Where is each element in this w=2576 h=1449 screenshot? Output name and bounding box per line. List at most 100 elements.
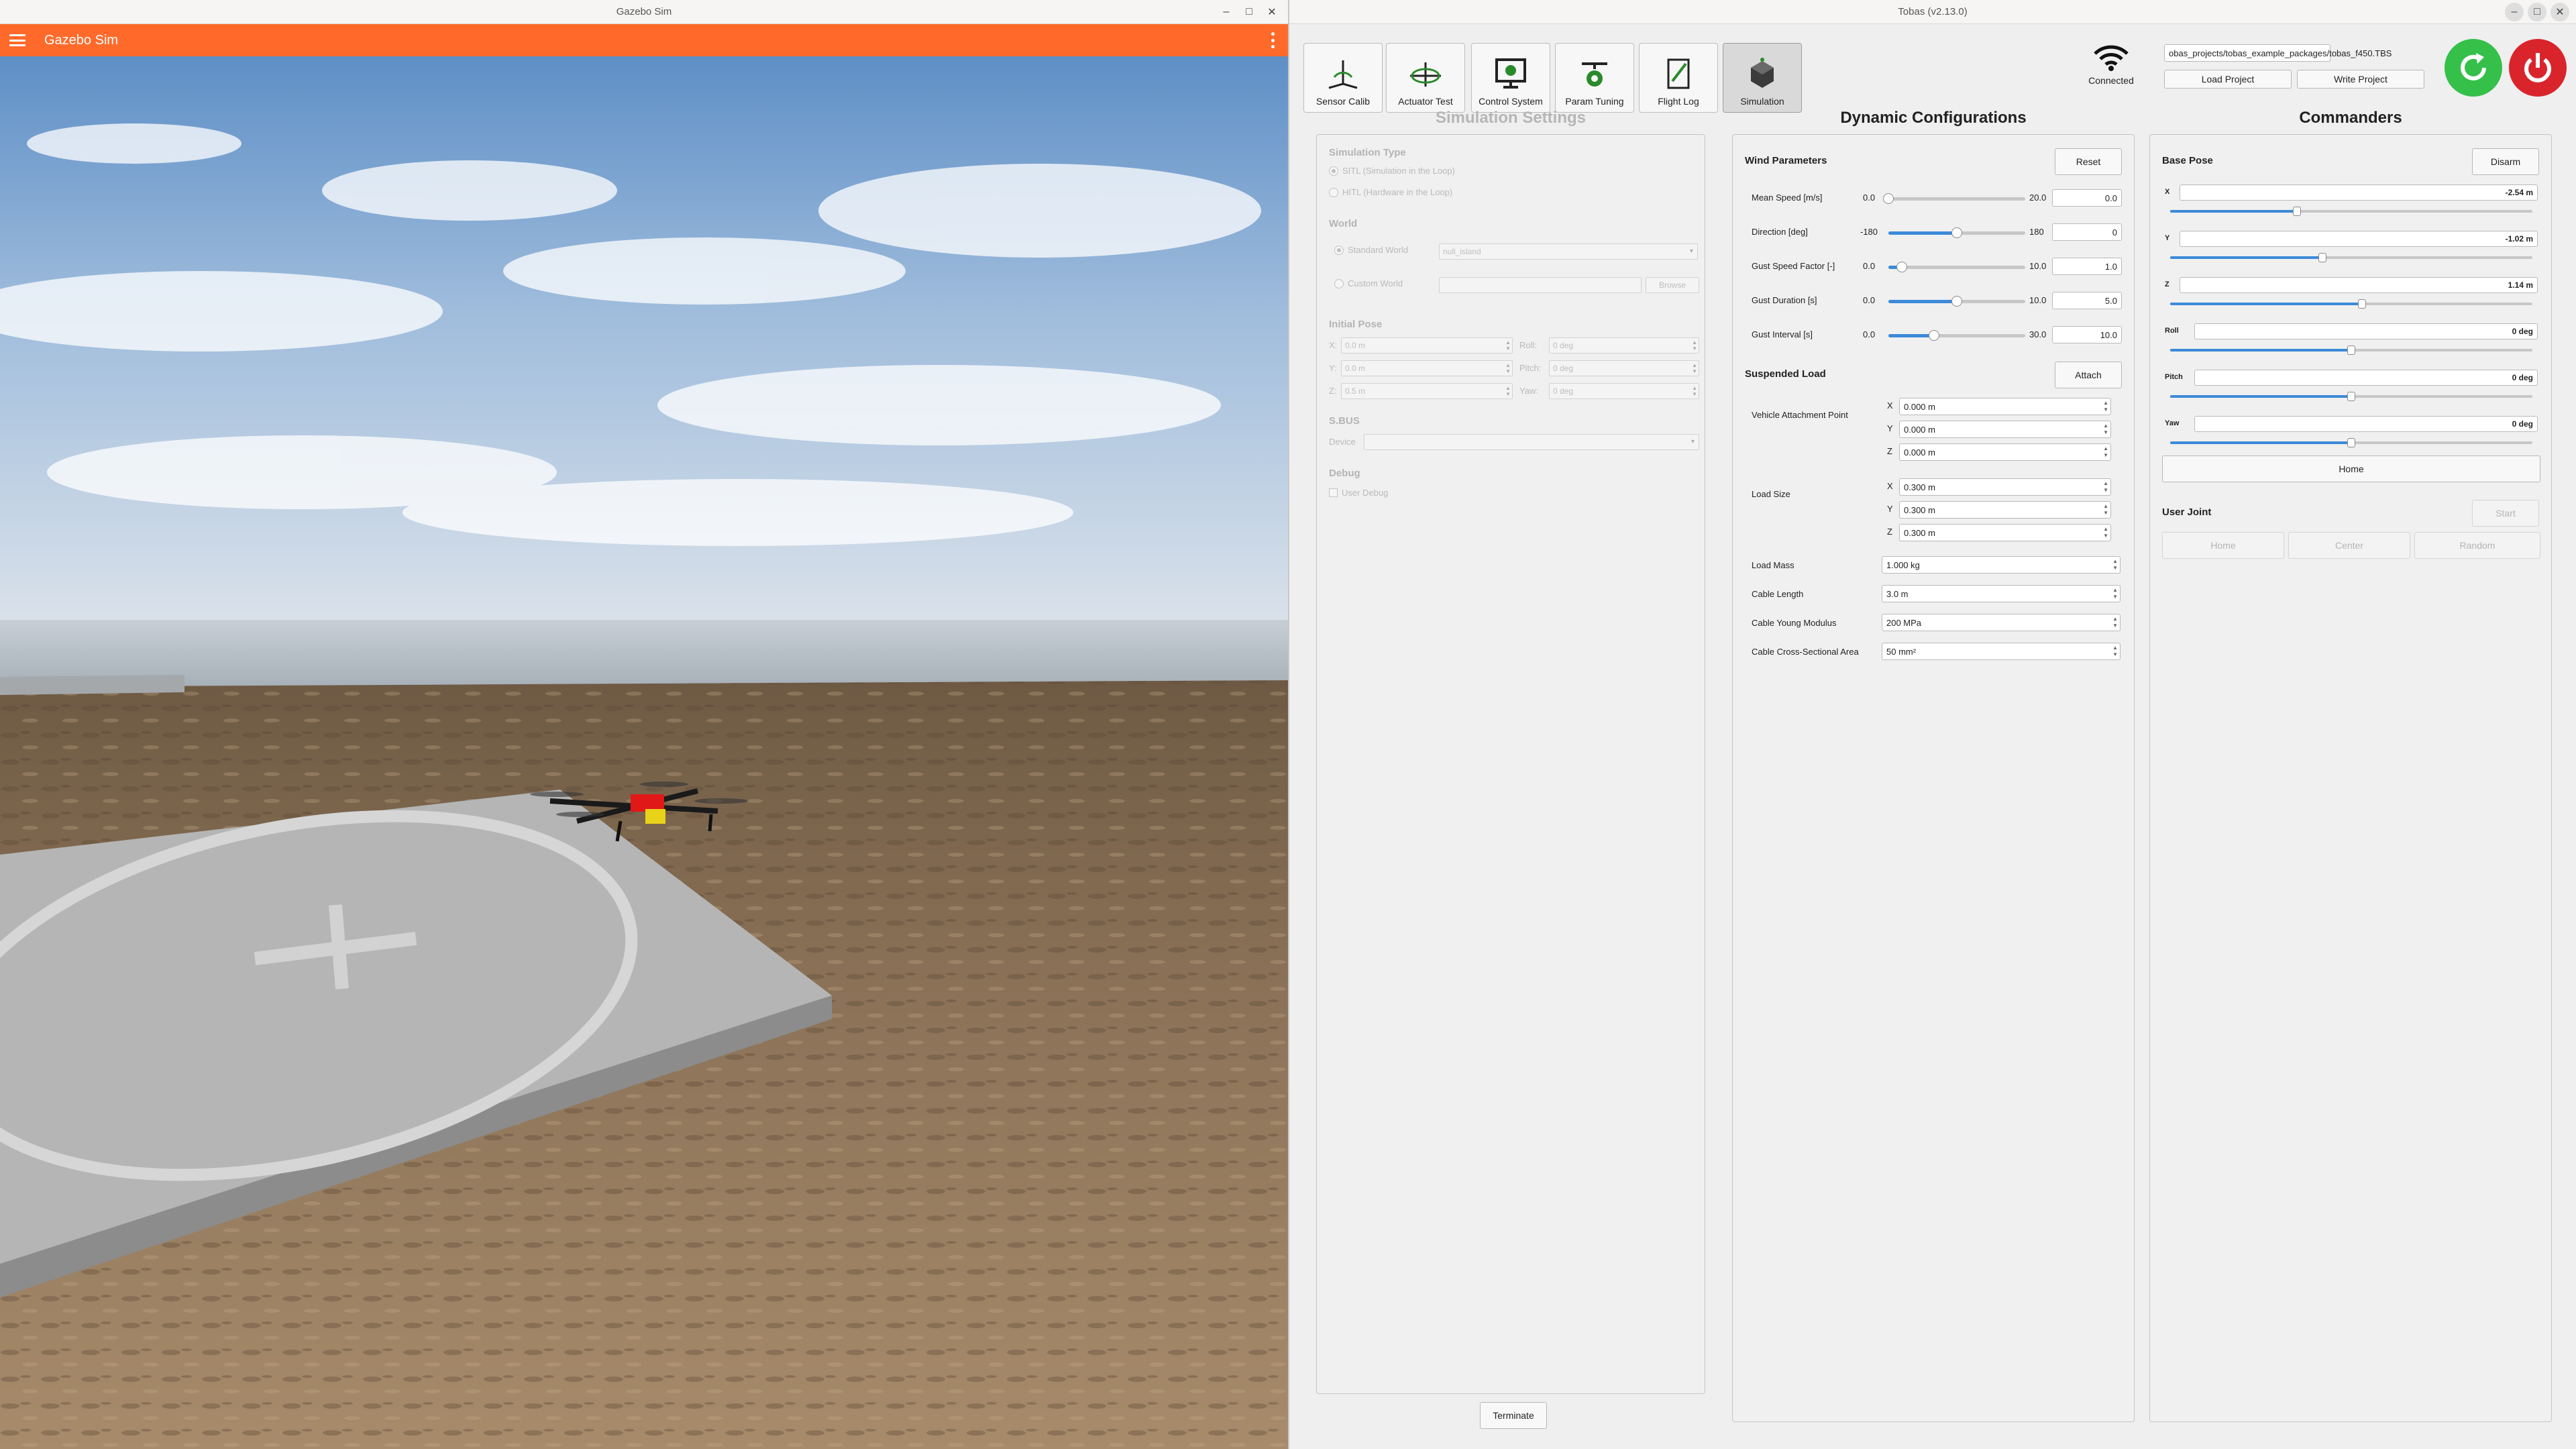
slider-handle[interactable] bbox=[1951, 296, 1962, 307]
more-options-icon[interactable] bbox=[1271, 32, 1275, 48]
commander-x-slider[interactable] bbox=[2170, 207, 2532, 216]
close-icon[interactable]: ✕ bbox=[2551, 3, 2569, 21]
slider-handle[interactable] bbox=[2358, 299, 2367, 309]
gazebo-app-title: Gazebo Sim bbox=[44, 32, 119, 48]
disarm-button[interactable]: Disarm bbox=[2472, 148, 2539, 175]
spin-arrows-icon[interactable]: ▲ ▼ bbox=[2103, 445, 2108, 459]
commander-y-slider[interactable] bbox=[2170, 253, 2532, 262]
project-path-field[interactable]: obas_projects/tobas_example_packages/tob… bbox=[2164, 44, 2392, 62]
spin-arrows-icon[interactable]: ▲ ▼ bbox=[2103, 400, 2108, 413]
load-size-x-input[interactable]: 0.300 m ▲ ▼ bbox=[1899, 478, 2111, 496]
commander-y-value[interactable]: -1.02 m bbox=[2180, 231, 2538, 247]
load-param-input[interactable]: 3.0 m ▲ ▼ bbox=[1882, 585, 2121, 602]
commander-z-value[interactable]: 1.14 m bbox=[2180, 277, 2538, 293]
write-project-button[interactable]: Write Project bbox=[2297, 70, 2424, 89]
joint-home-button[interactable]: Home bbox=[2162, 532, 2284, 559]
slider-fill bbox=[2170, 395, 2351, 398]
joint-center-button[interactable]: Center bbox=[2288, 532, 2410, 559]
slider-handle[interactable] bbox=[2347, 392, 2355, 401]
load-size-y-input[interactable]: 0.300 m ▲ ▼ bbox=[1899, 501, 2111, 519]
wind-value-input[interactable]: 5.0 bbox=[2052, 292, 2122, 309]
load-param-input[interactable]: 50 mm² ▲ ▼ bbox=[1882, 643, 2121, 660]
spin-arrows-icon[interactable]: ▲ ▼ bbox=[2112, 558, 2118, 572]
commander-roll-value[interactable]: 0 deg bbox=[2194, 323, 2538, 339]
attach-button[interactable]: Attach bbox=[2055, 362, 2122, 388]
spin-arrows-icon[interactable]: ▲ ▼ bbox=[2103, 480, 2108, 494]
spin-arrows-icon[interactable]: ▲ ▼ bbox=[2103, 503, 2108, 517]
commander-x-value[interactable]: -2.54 m bbox=[2180, 184, 2538, 201]
wind-slider[interactable] bbox=[1888, 296, 2025, 307]
spin-arrows-icon[interactable]: ▲ ▼ bbox=[2112, 616, 2118, 629]
browse-button[interactable]: Browse bbox=[1646, 277, 1699, 293]
reset-button[interactable]: Reset bbox=[2055, 148, 2122, 175]
start-button[interactable] bbox=[2445, 39, 2502, 97]
joint-random-button[interactable]: Random bbox=[2414, 532, 2540, 559]
simulation-button[interactable]: Simulation bbox=[1723, 43, 1802, 113]
spin-arrows-icon[interactable]: ▲ ▼ bbox=[2103, 423, 2108, 436]
commander-yaw-value[interactable]: 0 deg bbox=[2194, 416, 2538, 432]
standard-world-select[interactable]: null_island ▾ bbox=[1439, 244, 1698, 260]
wind-slider[interactable] bbox=[1888, 227, 2025, 238]
pose-pitch-value: 0 deg bbox=[1553, 364, 1574, 373]
maximize-icon[interactable]: □ bbox=[1240, 3, 1258, 21]
spin-arrows-icon[interactable]: ▲ ▼ bbox=[2112, 645, 2118, 658]
commander-z-slider[interactable] bbox=[2170, 299, 2532, 309]
pose-y-input[interactable]: 0.0 m ▲ ▼ bbox=[1341, 360, 1513, 376]
wind-value-input[interactable]: 0.0 bbox=[2052, 189, 2122, 207]
slider-handle[interactable] bbox=[2293, 207, 2301, 216]
load-param-input[interactable]: 1.000 kg ▲ ▼ bbox=[1882, 556, 2121, 574]
flight-log-button[interactable]: Flight Log bbox=[1639, 43, 1718, 113]
custom-world-radio[interactable]: Custom World bbox=[1334, 278, 1403, 288]
slider-handle[interactable] bbox=[2347, 438, 2355, 447]
minimize-icon[interactable]: – bbox=[1217, 3, 1236, 21]
param-tuning-button[interactable]: Param Tuning bbox=[1555, 43, 1634, 113]
wind-slider[interactable] bbox=[1883, 193, 2025, 204]
commander-pitch-slider[interactable] bbox=[2170, 392, 2532, 401]
slider-handle[interactable] bbox=[1928, 330, 1939, 341]
terminate-button[interactable]: Terminate bbox=[1480, 1402, 1547, 1429]
control-system-button[interactable]: Control System bbox=[1471, 43, 1550, 113]
wind-slider[interactable] bbox=[1888, 262, 2025, 272]
slider-handle[interactable] bbox=[1896, 262, 1908, 272]
wind-slider[interactable] bbox=[1888, 330, 2025, 341]
hitl-radio[interactable]: HITL (Hardware in the Loop) bbox=[1329, 187, 1452, 197]
slider-handle[interactable] bbox=[2318, 253, 2326, 262]
attachment-y-input[interactable]: 0.000 m ▲ ▼ bbox=[1899, 421, 2111, 438]
custom-world-input[interactable] bbox=[1439, 277, 1642, 293]
wind-value-input[interactable]: 1.0 bbox=[2052, 258, 2122, 275]
slider-handle[interactable] bbox=[1951, 227, 1962, 238]
wind-value-input[interactable]: 10.0 bbox=[2052, 326, 2122, 343]
pose-yaw-input[interactable]: 0 deg ▲ ▼ bbox=[1549, 383, 1699, 399]
slider-handle[interactable] bbox=[2347, 345, 2355, 355]
3d-viewport[interactable] bbox=[0, 56, 1288, 1449]
spin-arrows-icon[interactable]: ▲ ▼ bbox=[2103, 526, 2108, 539]
slider-handle[interactable] bbox=[1883, 193, 1894, 204]
commander-pitch-value[interactable]: 0 deg bbox=[2194, 370, 2538, 386]
load-size-z-input[interactable]: 0.300 m ▲ ▼ bbox=[1899, 524, 2111, 541]
device-select[interactable]: ▾ bbox=[1364, 434, 1699, 450]
sitl-radio[interactable]: SITL (Simulation in the Loop) bbox=[1329, 166, 1455, 176]
pose-x-input[interactable]: 0.0 m ▲ ▼ bbox=[1341, 337, 1513, 354]
user-debug-checkbox[interactable]: User Debug bbox=[1329, 488, 1388, 498]
spin-arrows-icon[interactable]: ▲ ▼ bbox=[2112, 587, 2118, 600]
commander-yaw-slider[interactable] bbox=[2170, 438, 2532, 447]
actuator-test-button[interactable]: Actuator Test bbox=[1386, 43, 1465, 113]
commander-roll-slider[interactable] bbox=[2170, 345, 2532, 355]
close-icon[interactable]: ✕ bbox=[1263, 3, 1281, 21]
attachment-z-input[interactable]: 0.000 m ▲ ▼ bbox=[1899, 443, 2111, 461]
load-project-button[interactable]: Load Project bbox=[2164, 70, 2292, 89]
wind-value-input[interactable]: 0 bbox=[2052, 223, 2122, 241]
minimize-icon[interactable]: – bbox=[2505, 3, 2524, 21]
pose-pitch-input[interactable]: 0 deg ▲ ▼ bbox=[1549, 360, 1699, 376]
maximize-icon[interactable]: □ bbox=[2528, 3, 2546, 21]
attachment-x-input[interactable]: 0.000 m ▲ ▼ bbox=[1899, 398, 2111, 415]
sensor-calib-button[interactable]: Sensor Calib bbox=[1303, 43, 1383, 113]
pose-roll-input[interactable]: 0 deg ▲ ▼ bbox=[1549, 337, 1699, 354]
hamburger-menu-icon[interactable] bbox=[9, 34, 25, 46]
load-param-input[interactable]: 200 MPa ▲ ▼ bbox=[1882, 614, 2121, 631]
standard-world-radio[interactable]: Standard World bbox=[1334, 245, 1408, 255]
pose-z-input[interactable]: 0.5 m ▲ ▼ bbox=[1341, 383, 1513, 399]
start-joint-button[interactable]: Start bbox=[2472, 500, 2539, 527]
home-button[interactable]: Home bbox=[2162, 455, 2540, 482]
stop-button[interactable] bbox=[2509, 39, 2567, 97]
